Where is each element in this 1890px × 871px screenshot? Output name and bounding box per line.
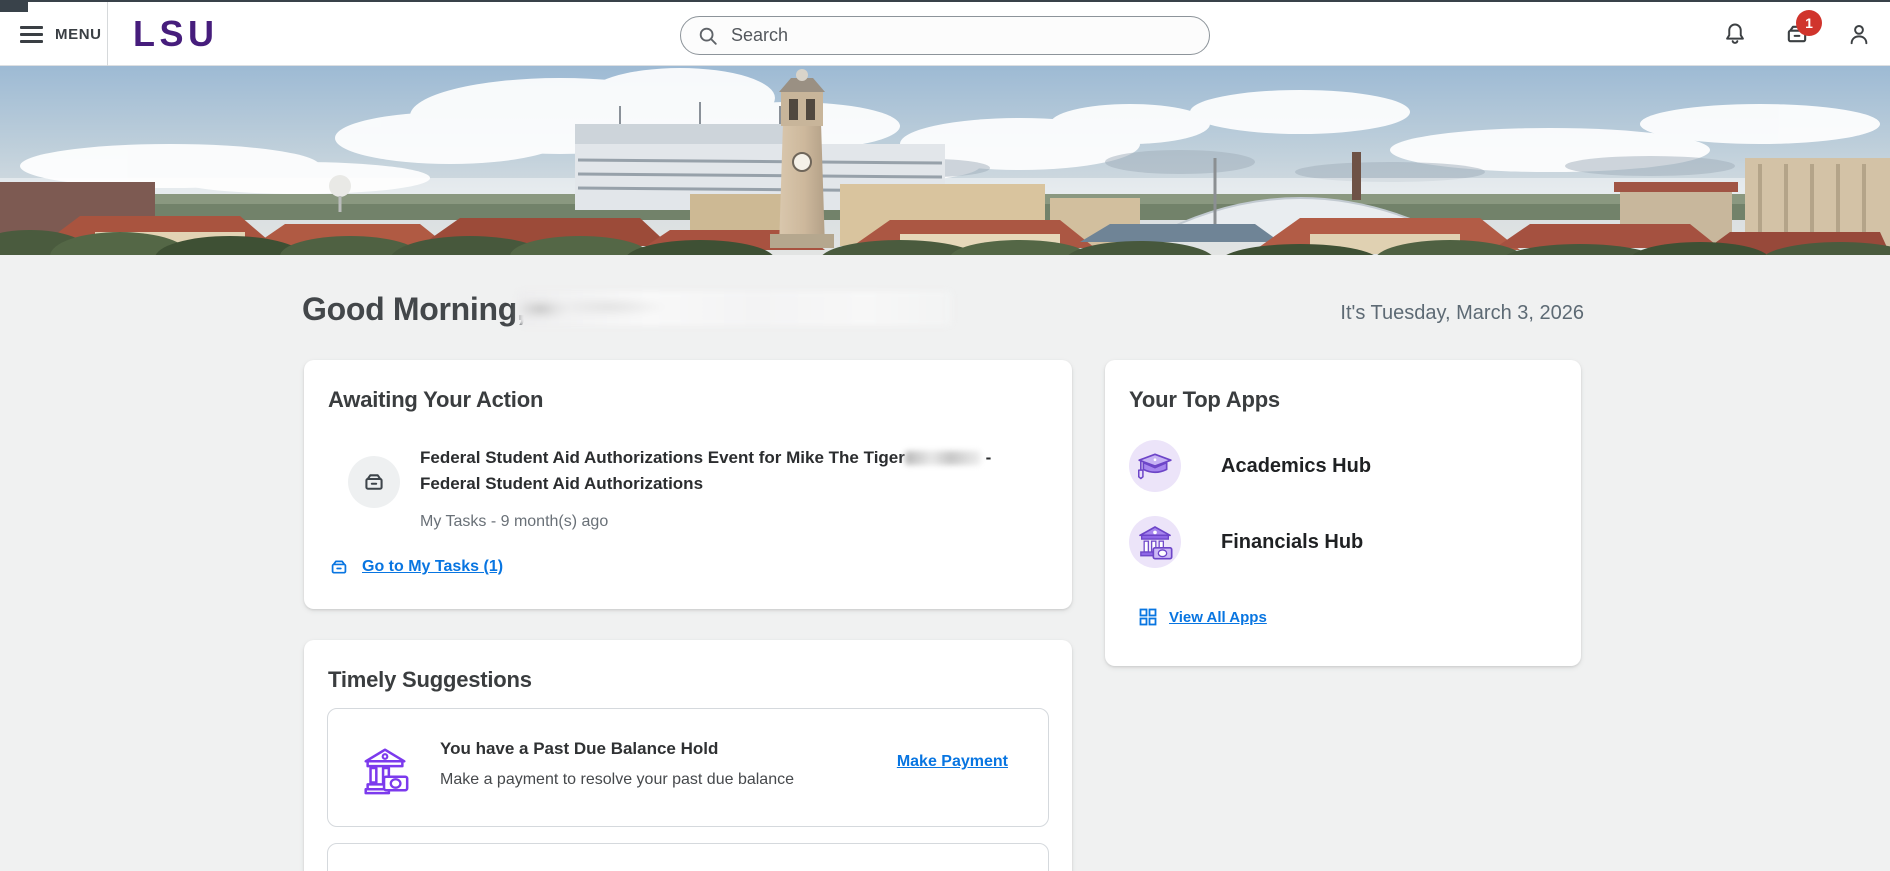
- go-to-my-tasks-link[interactable]: Go to My Tasks (1): [328, 556, 503, 578]
- notifications-button[interactable]: [1720, 19, 1750, 49]
- app-item-academics-hub[interactable]: Academics Hub: [1129, 440, 1371, 492]
- page-greeting: Good Morning,: [302, 291, 526, 327]
- awaiting-card-title: Awaiting Your Action: [328, 387, 544, 412]
- menu-button[interactable]: MENU: [20, 2, 102, 66]
- topbar-divider: [107, 2, 108, 66]
- date-line: It's Tuesday, March 3, 2026: [1340, 302, 1584, 324]
- bank-money-icon: [358, 742, 412, 801]
- redacted-user-name: [518, 291, 952, 326]
- suggestion-item-past-due-balance: You have a Past Due Balance Hold Make a …: [327, 708, 1049, 827]
- financials-hub-avatar: [1129, 516, 1181, 568]
- task-meta: My Tasks - 9 month(s) ago: [420, 513, 609, 530]
- topbar: MENU LSU Search 1: [0, 0, 1890, 66]
- search-input[interactable]: [731, 25, 1193, 46]
- awaiting-your-action-card: Awaiting Your Action Federal Student Aid…: [304, 360, 1072, 609]
- profile-icon: [1850, 25, 1868, 45]
- bell-icon: [1726, 23, 1744, 44]
- topbar-actions: 1: [1720, 2, 1874, 66]
- bank-icon: [1139, 526, 1173, 560]
- academics-hub-avatar: [1129, 440, 1181, 492]
- lsu-logo-text: LSU: [133, 15, 215, 53]
- view-all-apps-link[interactable]: View All Apps: [1139, 608, 1267, 626]
- suggestions-card-title: Timely Suggestions: [328, 667, 532, 692]
- suggestion-description: Make a payment to resolve your past due …: [440, 771, 794, 788]
- top-apps-card-title: Your Top Apps: [1129, 387, 1280, 412]
- suggestion-title: You have a Past Due Balance Hold: [440, 739, 719, 758]
- lsu-workday-home: MENU LSU Search 1 Good Morning, It's Tue…: [0, 0, 1890, 871]
- task-title-part1: Federal Student Aid Authorizations Event…: [420, 448, 905, 467]
- my-tasks-inbox-button[interactable]: 1: [1782, 10, 1822, 49]
- hero-campus-image: [0, 66, 1890, 255]
- make-payment-link[interactable]: Make Payment: [897, 753, 1008, 771]
- search-icon: [699, 27, 717, 45]
- view-all-apps-grid-icon: [1139, 608, 1157, 626]
- graduation-cap-icon: [1138, 453, 1172, 480]
- menu-button-label: MENU: [55, 25, 102, 43]
- hamburger-icon: [20, 25, 43, 43]
- task-inbox-icon: [365, 474, 383, 490]
- app-label: Financials Hub: [1221, 530, 1364, 553]
- notification-badge: 1: [1796, 10, 1822, 36]
- search-bar: [680, 16, 1210, 55]
- view-all-apps-label: View All Apps: [1169, 608, 1267, 626]
- go-to-my-tasks-label: Go to My Tasks (1): [362, 558, 504, 575]
- task-avatar: [348, 456, 400, 508]
- your-top-apps-card: Your Top Apps Academics Hub Financials H…: [1105, 360, 1581, 666]
- go-to-tasks-inbox-icon: [331, 560, 347, 574]
- app-label: Academics Hub: [1221, 454, 1372, 477]
- timely-suggestions-card: Timely Suggestions You have a Past Due B…: [304, 640, 1072, 871]
- suggestion-item-next: [327, 843, 1049, 871]
- profile-button[interactable]: [1844, 19, 1874, 49]
- redacted-student-id: [904, 451, 981, 465]
- app-item-financials-hub[interactable]: Financials Hub: [1129, 516, 1363, 568]
- lsu-logo[interactable]: LSU: [133, 13, 217, 58]
- task-title[interactable]: Federal Student Aid Authorizations Event…: [420, 445, 1030, 497]
